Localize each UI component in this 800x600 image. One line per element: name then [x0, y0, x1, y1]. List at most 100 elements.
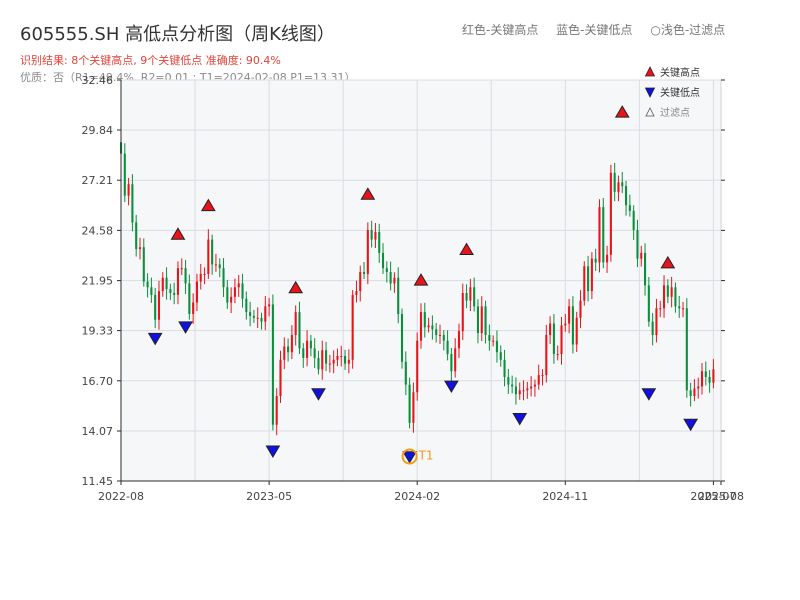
candle-body [476, 306, 480, 334]
candle-body [571, 306, 574, 345]
candle-body [370, 230, 373, 240]
candle-body [499, 352, 502, 360]
candle-body [488, 334, 491, 341]
candle-body [298, 312, 301, 349]
candle-body [541, 375, 544, 377]
candle-body [400, 313, 404, 362]
y-tick-label: 27.21 [82, 174, 114, 187]
candle-body [704, 371, 707, 377]
candle-body [271, 304, 274, 425]
candle-body [579, 300, 582, 318]
candle-body [545, 334, 548, 376]
candle-body [184, 268, 187, 284]
candle-body [199, 273, 202, 282]
candle-body [678, 306, 681, 309]
candle-body [480, 306, 483, 334]
candle [351, 289, 354, 369]
candle-body [484, 306, 487, 335]
candle-body [590, 258, 593, 292]
legend-high-marker [644, 66, 656, 77]
candle-body [674, 287, 677, 307]
candle-body [347, 359, 350, 364]
candle-body [651, 321, 654, 335]
candle-body [708, 376, 711, 383]
candle-body [537, 375, 540, 385]
candle-body [283, 346, 286, 360]
candle-body [685, 308, 688, 391]
candle-body [351, 294, 354, 360]
candle-body [389, 272, 392, 284]
candle [602, 197, 605, 269]
candle-body [416, 340, 419, 393]
candle-body [275, 396, 278, 425]
candle-body [404, 361, 407, 385]
candle-body [419, 312, 423, 341]
candle-body [249, 312, 252, 316]
x-tick-label: 2024-02 [394, 490, 440, 503]
y-tick-label: 32.46 [82, 74, 114, 87]
candle-body [700, 371, 704, 387]
candle-body [393, 277, 396, 284]
candle-body [628, 205, 631, 211]
candle-body [606, 254, 609, 263]
candle-body [245, 298, 248, 313]
candle-body [287, 346, 290, 353]
candle-body [142, 247, 145, 282]
y-tick-label: 16.70 [82, 375, 114, 388]
candle-body [438, 334, 442, 336]
candle-body [423, 312, 426, 328]
candle-body [138, 247, 142, 250]
candle [416, 332, 419, 401]
candle-body [294, 312, 297, 335]
candle-body [362, 272, 366, 274]
candle-body [495, 340, 498, 353]
candle-body [366, 230, 369, 274]
candle-body [640, 252, 643, 259]
legend-filtered-label: 过滤点 [660, 106, 690, 119]
candle-body [533, 384, 536, 387]
candle-body [659, 308, 662, 310]
candle-body [176, 268, 180, 295]
candle-body [264, 306, 267, 322]
y-tick-label: 29.84 [82, 124, 114, 137]
candle-body [233, 287, 236, 297]
candle-body [146, 281, 149, 288]
candle [609, 164, 612, 262]
y-tick-label: 24.58 [82, 224, 114, 237]
candle-body [226, 287, 229, 303]
candle-body [131, 184, 134, 223]
candle-body [564, 323, 567, 326]
candle-body [127, 184, 130, 196]
candle-body [431, 325, 434, 330]
candle-body [359, 272, 362, 292]
candle [400, 308, 404, 369]
candle-body [465, 293, 468, 301]
candle-body [188, 283, 191, 314]
candle-body [374, 231, 377, 240]
candle-body [135, 222, 138, 250]
candle-body [340, 355, 343, 357]
candle-body [617, 182, 620, 192]
candle-body [442, 334, 445, 341]
candle-body [636, 230, 639, 259]
candle-body [446, 340, 449, 355]
candle-body [385, 268, 388, 273]
candle-body [408, 384, 411, 423]
candle-body [260, 317, 263, 322]
candle-body [427, 325, 430, 328]
x-tick-label: 2023-05 [246, 490, 292, 503]
candle-body [625, 186, 628, 206]
candle-body [173, 293, 176, 295]
candle-body [518, 390, 521, 395]
candle-body [681, 308, 685, 310]
candle-body [522, 390, 525, 392]
candle [271, 294, 274, 431]
x-tick-label: 2024-11 [542, 490, 588, 503]
candle-body [381, 252, 385, 269]
candle-body [123, 153, 126, 196]
candle-body [332, 359, 335, 364]
candle-body [290, 334, 293, 353]
candle-body [313, 348, 316, 358]
candle-body [302, 348, 305, 358]
y-tick-label: 19.33 [82, 325, 114, 338]
